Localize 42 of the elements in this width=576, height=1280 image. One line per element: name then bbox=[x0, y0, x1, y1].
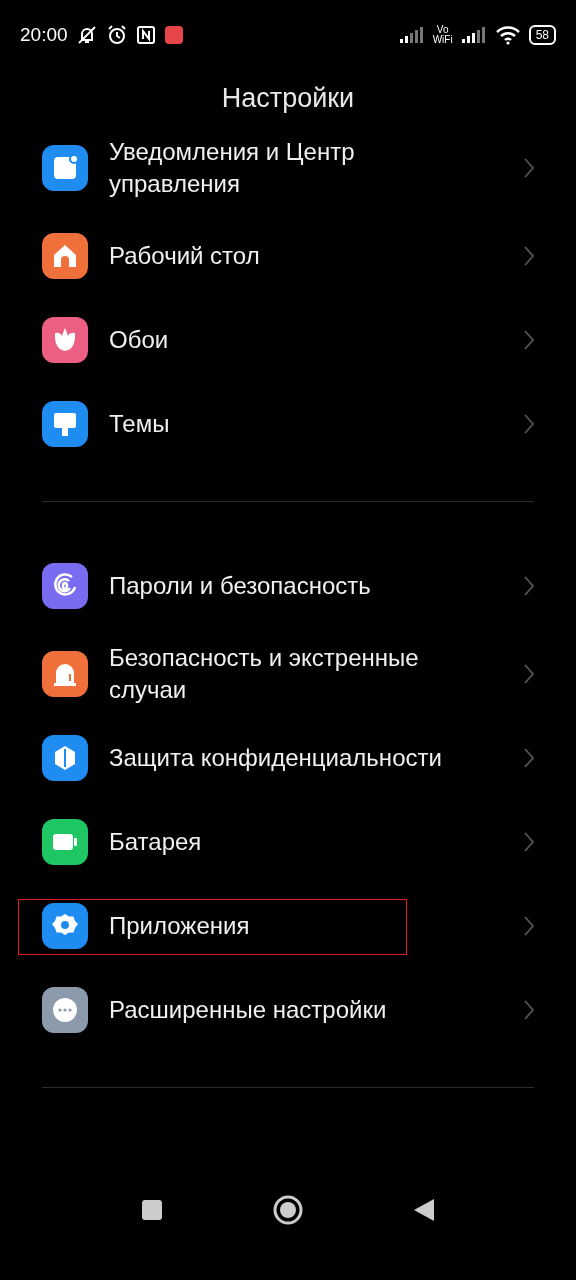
settings-item[interactable]: Безопасность и экстренные случаи bbox=[0, 632, 576, 716]
item-label: Обои bbox=[109, 325, 169, 355]
item-label: Уведомления и Центр управления bbox=[109, 137, 356, 199]
settings-item[interactable]: Приложения bbox=[0, 884, 576, 968]
nfc-icon bbox=[135, 25, 156, 45]
item-label: Рабочий стол bbox=[109, 241, 260, 271]
wifi-icon bbox=[494, 25, 521, 45]
back-icon[interactable] bbox=[413, 1198, 435, 1222]
status-time: 20:00 bbox=[20, 24, 68, 46]
home-icon[interactable] bbox=[273, 1195, 303, 1225]
chevron-icon bbox=[524, 832, 534, 852]
settings-item[interactable]: Батарея bbox=[0, 800, 576, 884]
app-notification-icon bbox=[163, 25, 184, 45]
settings-item[interactable]: Уведомления и Центр управления bbox=[0, 122, 576, 214]
chevron-icon bbox=[524, 1000, 534, 1020]
battery-indicator: 58 bbox=[528, 25, 556, 45]
item-label: Темы bbox=[109, 409, 170, 439]
settings-item[interactable]: Рабочий стол bbox=[0, 214, 576, 298]
item-label: Безопасность и экстренные случаи bbox=[109, 643, 420, 705]
settings-item[interactable]: Темы bbox=[0, 382, 576, 466]
chevron-icon bbox=[524, 246, 534, 266]
chevron-icon bbox=[524, 576, 534, 596]
chevron-icon bbox=[524, 330, 534, 350]
item-label: Пароли и безопасность bbox=[109, 571, 371, 601]
recent-apps-icon[interactable] bbox=[141, 1199, 163, 1221]
chevron-icon bbox=[524, 414, 534, 434]
page-title: Настройки bbox=[220, 82, 356, 115]
settings-item[interactable]: Обои bbox=[0, 298, 576, 382]
chevron-icon bbox=[524, 916, 534, 936]
settings-item[interactable]: Пароли и безопасность bbox=[0, 540, 576, 632]
item-label: Приложения bbox=[109, 911, 250, 941]
settings-item[interactable]: Расширенные настройки bbox=[0, 968, 576, 1052]
item-label: Батарея bbox=[109, 827, 202, 857]
vowifi-indicator: Vo WiFi bbox=[432, 25, 453, 45]
item-label: Расширенные настройки bbox=[109, 995, 387, 1025]
chevron-icon bbox=[524, 748, 534, 768]
chevron-icon bbox=[524, 158, 534, 178]
chevron-icon bbox=[524, 664, 534, 684]
item-label: Защита конфиденциальности bbox=[109, 743, 442, 773]
signal-icon bbox=[398, 26, 425, 44]
signal-icon bbox=[460, 26, 487, 44]
settings-item[interactable]: Защита конфиденциальности bbox=[0, 716, 576, 800]
